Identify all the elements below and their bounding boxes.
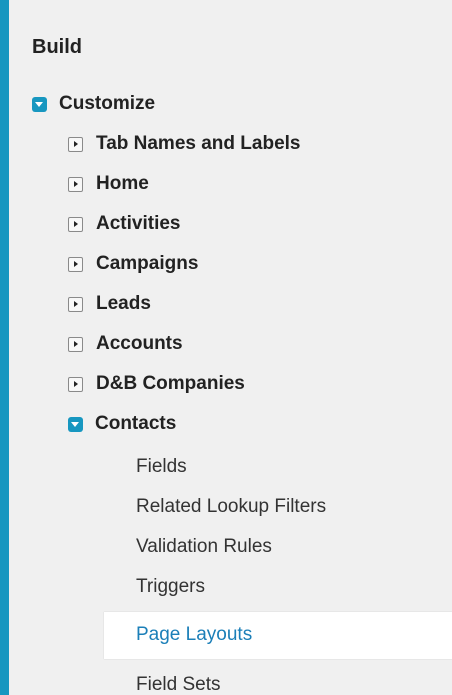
left-accent-bar — [0, 0, 9, 695]
tree-node-leads[interactable]: Leads — [68, 293, 151, 315]
tree-node-label: Leads — [96, 293, 151, 314]
build-section-title: Build — [32, 36, 82, 58]
expanded-toggle-icon[interactable] — [32, 96, 47, 112]
collapsed-toggle-icon[interactable] — [68, 256, 83, 272]
setup-tree-panel: Build Customize Tab Names and Labels Hom… — [0, 0, 452, 695]
collapsed-toggle-icon[interactable] — [68, 136, 83, 152]
expanded-toggle-icon[interactable] — [68, 416, 83, 432]
tree-node-accounts[interactable]: Accounts — [68, 333, 183, 355]
tree-leaf-fields[interactable]: Fields — [136, 456, 187, 478]
tree-leaf-triggers[interactable]: Triggers — [136, 576, 205, 598]
tree-node-activities[interactable]: Activities — [68, 213, 180, 235]
collapsed-toggle-icon[interactable] — [68, 336, 83, 352]
collapsed-toggle-icon[interactable] — [68, 216, 83, 232]
tree-node-home[interactable]: Home — [68, 173, 149, 195]
tree-leaf-field-sets[interactable]: Field Sets — [136, 674, 220, 695]
tree-node-label: Campaigns — [96, 253, 199, 274]
tree-node-customize[interactable]: Customize — [32, 93, 155, 115]
collapsed-toggle-icon[interactable] — [68, 296, 83, 312]
tree-node-campaigns[interactable]: Campaigns — [68, 253, 198, 275]
tree-node-label: Accounts — [96, 333, 183, 354]
tree-node-contacts[interactable]: Contacts — [68, 413, 176, 435]
tree-node-tab-names-and-labels[interactable]: Tab Names and Labels — [68, 133, 301, 155]
tree-leaf-page-layouts-selected[interactable]: Page Layouts — [104, 612, 452, 659]
tree-node-label: Customize — [59, 93, 156, 114]
tree-node-db-companies[interactable]: D&B Companies — [68, 373, 245, 395]
selected-item-label: Page Layouts — [136, 624, 253, 645]
tree-node-label: Contacts — [95, 413, 177, 434]
collapsed-toggle-icon[interactable] — [68, 176, 83, 192]
tree-leaf-related-lookup-filters[interactable]: Related Lookup Filters — [136, 496, 326, 518]
tree-node-label: Tab Names and Labels — [96, 133, 301, 154]
tree-node-label: D&B Companies — [96, 373, 245, 394]
tree-node-label: Activities — [96, 213, 181, 234]
collapsed-toggle-icon[interactable] — [68, 376, 83, 392]
tree-node-label: Home — [96, 173, 149, 194]
tree-leaf-validation-rules[interactable]: Validation Rules — [136, 536, 272, 558]
